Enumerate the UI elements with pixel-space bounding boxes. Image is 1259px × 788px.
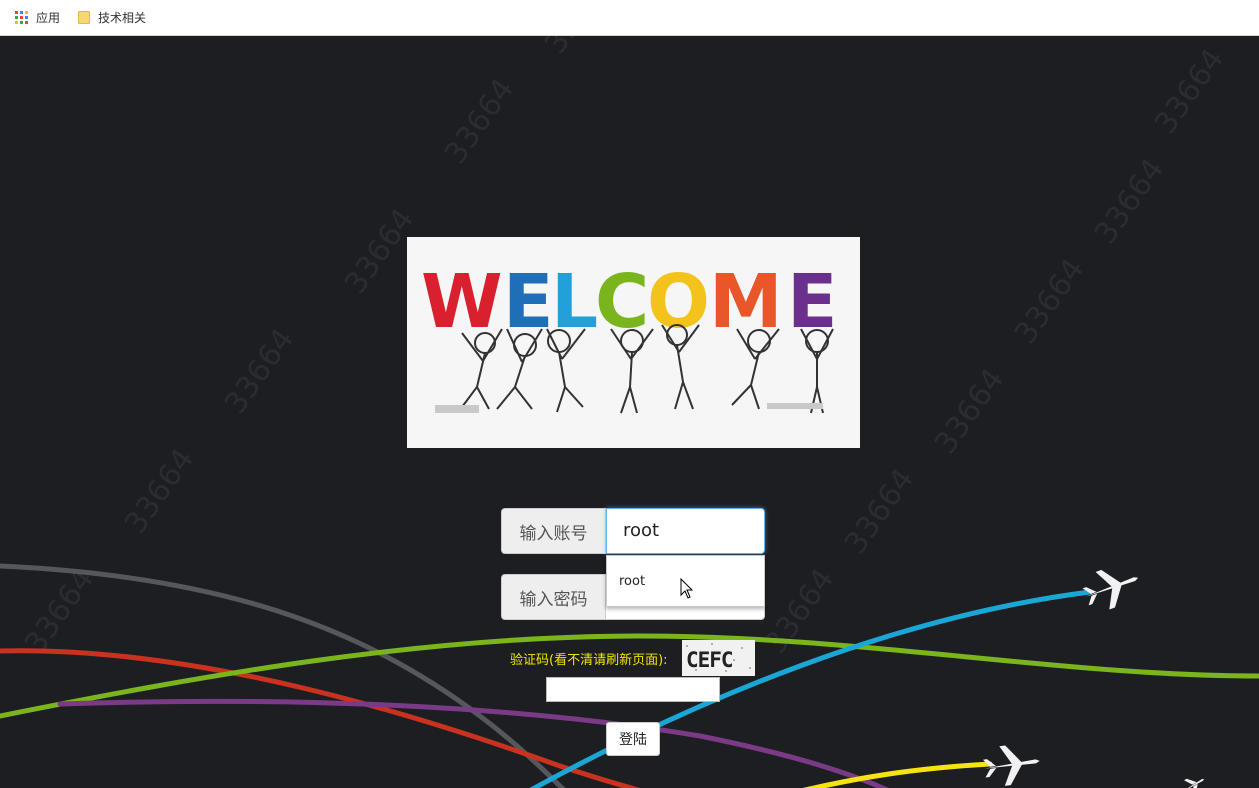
- captcha-input[interactable]: [546, 677, 720, 702]
- account-input-group: 输入账号 root: [501, 508, 765, 554]
- apps-grid-icon: [15, 11, 28, 24]
- flight-path-green: [0, 633, 1259, 719]
- watermark-text: 33664: [1148, 42, 1231, 140]
- flight-path-yellow: [802, 761, 993, 788]
- login-button[interactable]: 登陆: [606, 722, 660, 756]
- welcome-letter-e: E: [503, 259, 554, 345]
- account-label: 输入账号: [501, 508, 606, 554]
- mouse-cursor-icon: [680, 578, 694, 599]
- figure-shadows: [435, 403, 823, 413]
- account-input[interactable]: root: [606, 508, 765, 554]
- welcome-letter-l: L: [551, 259, 598, 345]
- captcha-text: CEFC: [686, 648, 733, 672]
- captcha-label: 验证码(看不清请刷新页面):: [510, 653, 668, 668]
- folder-icon: [78, 11, 91, 24]
- welcome-illustration: W E L C O M E: [421, 259, 838, 414]
- welcome-letter-c: C: [595, 259, 649, 345]
- watermark-text: 33664: [438, 72, 521, 170]
- bookmark-folder-tech[interactable]: 技术相关: [78, 9, 146, 26]
- airplane-icon: [1082, 569, 1139, 610]
- password-label: 输入密码: [501, 574, 606, 620]
- welcome-letter-m: M: [709, 259, 783, 345]
- bookmark-apps-label: 应用: [36, 11, 61, 25]
- watermark-text: 33664: [1008, 252, 1091, 350]
- watermark-text: 33664: [928, 362, 1011, 460]
- welcome-letter-w: W: [421, 259, 503, 345]
- watermark-text: 33664: [838, 462, 921, 560]
- captcha-image[interactable]: CEFC: [682, 640, 755, 676]
- bookmarks-bar: 应用 技术相关: [0, 0, 1259, 36]
- watermark-text: 33664: [18, 562, 101, 660]
- watermark-text: 33664: [118, 442, 201, 540]
- welcome-banner: W E L C O M E: [407, 237, 860, 448]
- watermark-text: 33664: [538, 36, 621, 61]
- bookmark-apps[interactable]: 应用: [15, 9, 60, 26]
- watermark-text: 33664: [1088, 152, 1171, 250]
- welcome-letter-o: O: [647, 259, 710, 345]
- airplane-icon: [983, 745, 1040, 786]
- airplane-icon: [1181, 778, 1205, 788]
- watermark-text: 33664: [218, 322, 301, 420]
- bookmark-folder-label: 技术相关: [98, 11, 147, 25]
- captcha-graphic: CEFC: [686, 643, 751, 672]
